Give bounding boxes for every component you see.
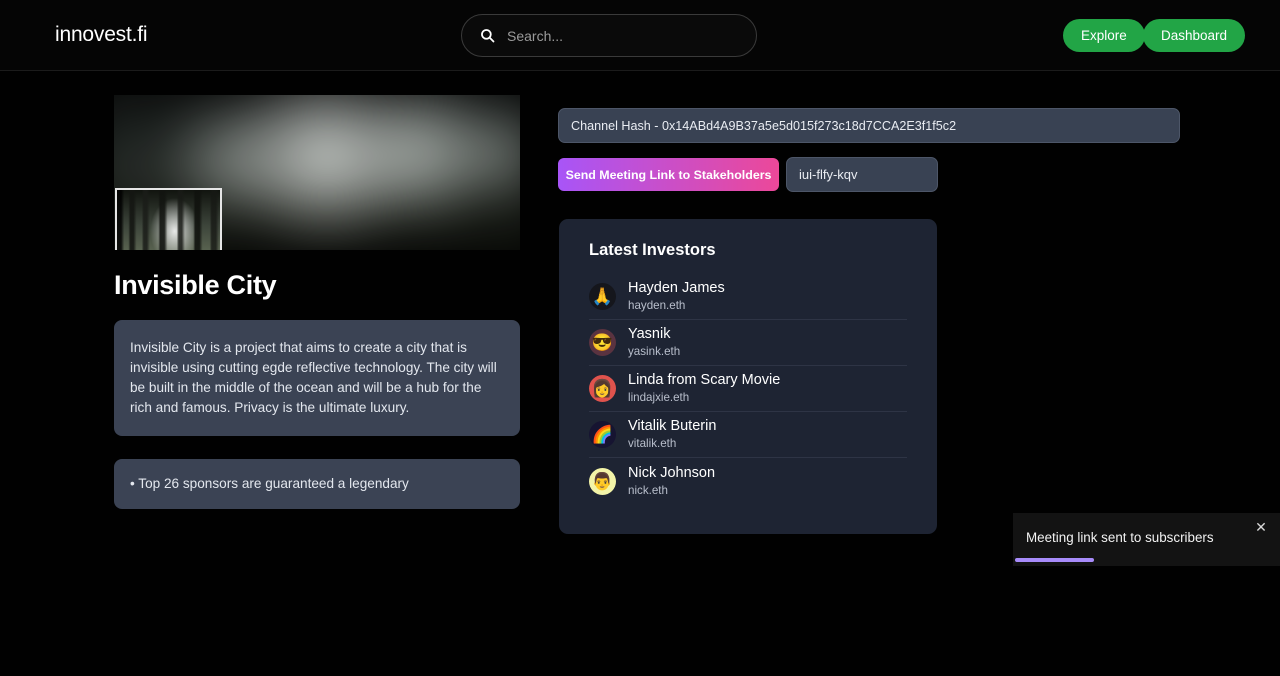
search-icon <box>480 28 495 43</box>
close-icon[interactable]: ✕ <box>1252 518 1270 536</box>
toast-progress-bar <box>1015 558 1094 562</box>
project-thumbnail[interactable] <box>115 188 222 250</box>
list-item[interactable]: 👩 Linda from Scary Movie lindajxie.eth <box>589 366 907 412</box>
investor-handle: yasink.eth <box>628 345 681 358</box>
investor-text: Yasnik yasink.eth <box>628 326 680 359</box>
investor-text: Nick Johnson nick.eth <box>628 465 715 498</box>
man-face-avatar: 👨 <box>589 467 616 495</box>
investor-name: Hayden James <box>628 280 725 296</box>
investor-handle: hayden.eth <box>628 299 686 312</box>
woman-face-avatar: 👩 <box>589 375 616 402</box>
investors-list: 🙏 Hayden James hayden.eth 😎 Yasnik yasink.eth… <box>589 274 907 504</box>
project-description: Invisible City is a project that aims to… <box>114 320 520 436</box>
investor-text: Hayden James hayden.eth <box>628 280 725 313</box>
send-meeting-link-button[interactable]: Send Meeting Link to Stakeholders <box>558 158 779 191</box>
forest-photo <box>117 190 220 250</box>
investor-name: Yasnik <box>628 326 671 342</box>
search-bar[interactable] <box>461 14 757 57</box>
investor-handle: lindajxie.eth <box>628 391 690 404</box>
sunglasses-avatar: 😎 <box>589 329 616 356</box>
project-detail-column: Invisible City Invisible City is a proje… <box>114 95 520 509</box>
project-banner <box>114 95 520 250</box>
toast-progress-track <box>1015 558 1278 562</box>
channel-hash-text: Channel Hash - 0x14ABd4A9B37a5e5d015f273… <box>571 118 957 133</box>
investor-name: Nick Johnson <box>628 464 716 481</box>
list-item[interactable]: 🌈 Vitalik Buterin vitalik.eth <box>589 412 907 458</box>
toast-message: Meeting link sent to subscribers <box>1026 530 1214 545</box>
sponsors-note: • Top 26 sponsors are guaranteed a legen… <box>114 459 520 509</box>
list-item[interactable]: 👨 Nick Johnson nick.eth <box>589 458 907 504</box>
latest-investors-panel: Latest Investors 🙏 Hayden James hayden.eth… <box>559 219 937 534</box>
list-item[interactable]: 🙏 Hayden James hayden.eth <box>589 274 907 320</box>
investor-handle: nick.eth <box>628 483 668 497</box>
search-input[interactable] <box>507 27 738 44</box>
meeting-code-text: iui-flfy-kqv <box>799 167 858 182</box>
dashboard-button[interactable]: Dashboard <box>1143 19 1246 52</box>
nyan-cat-avatar: 🌈 <box>589 421 616 448</box>
praying-hands-avatar: 🙏 <box>589 283 616 310</box>
investors-panel-title: Latest Investors <box>589 241 716 259</box>
top-navigation-bar: innovest.fi Explore Dashboard <box>0 0 1280 71</box>
toast-notification: Meeting link sent to subscribers ✕ <box>1013 513 1280 566</box>
list-item[interactable]: 😎 Yasnik yasink.eth <box>589 320 907 366</box>
investor-text: Linda from Scary Movie lindajxie.eth <box>628 372 780 405</box>
meeting-code-field[interactable]: iui-flfy-kqv <box>786 157 938 192</box>
page-title: Invisible City <box>114 270 277 300</box>
investor-text: Vitalik Buterin vitalik.eth <box>628 418 716 451</box>
investor-name: Linda from Scary Movie <box>628 372 781 388</box>
channel-hash-field[interactable]: Channel Hash - 0x14ABd4A9B37a5e5d015f273… <box>558 108 1180 143</box>
site-logo[interactable]: innovest.fi <box>55 23 148 47</box>
explore-button[interactable]: Explore <box>1063 19 1145 52</box>
investor-handle: vitalik.eth <box>628 437 677 450</box>
investor-name: Vitalik Buterin <box>628 418 717 434</box>
